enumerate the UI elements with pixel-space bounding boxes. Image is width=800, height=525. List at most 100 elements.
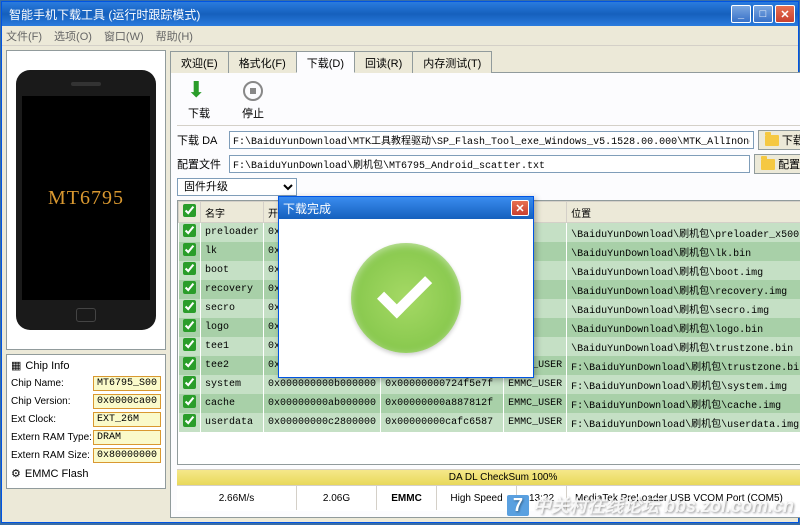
left-pane: MT6795 ▦Chip Info Chip Name:MT6795_S00 C…	[6, 50, 166, 518]
row-checkbox[interactable]	[183, 300, 196, 313]
tab-download[interactable]: 下载(D)	[296, 51, 355, 73]
mode-dropdown[interactable]: 固件升级	[177, 178, 297, 196]
cell-name: userdata	[201, 413, 264, 432]
download-button[interactable]: ⬇下载	[187, 79, 211, 121]
cell-path: \BaiduYunDownload\刷机包\lk.bin	[567, 242, 800, 261]
ram-size-value: 0x80000000	[93, 448, 161, 463]
storage-type: EMMC	[377, 486, 437, 510]
cell-name: lk	[201, 242, 264, 261]
row-checkbox[interactable]	[183, 395, 196, 408]
ram-type-value: DRAM	[93, 430, 161, 445]
size-value: 2.06G	[297, 486, 377, 510]
close-button[interactable]: ✕	[775, 5, 795, 23]
menu-window[interactable]: 窗口(W)	[104, 28, 144, 44]
row-checkbox[interactable]	[183, 262, 196, 275]
cell-name: tee2	[201, 356, 264, 375]
chip-name-value: MT6795_S00	[93, 376, 161, 391]
success-check-icon	[351, 243, 461, 353]
chip-icon: ▦	[11, 359, 21, 372]
cell-name: boot	[201, 261, 264, 280]
cell-region: EMMC_USER	[504, 394, 567, 413]
cell-name: cache	[201, 394, 264, 413]
titlebar[interactable]: 智能手机下载工具 (运行时跟踪模式) _ □ ✕	[2, 2, 798, 26]
cell-path: F:\BaiduYunDownload\刷机包\userdata.img	[567, 413, 800, 432]
cell-path: \BaiduYunDownload\刷机包\recovery.img	[567, 280, 800, 299]
chip-version-value: 0x0000ca00	[93, 394, 161, 409]
dialog-close-button[interactable]: ✕	[511, 200, 529, 216]
speed-value: 2.66M/s	[177, 486, 297, 510]
gear-icon: ⚙	[11, 467, 21, 480]
scatter-label: 配置文件	[177, 156, 225, 172]
cell-path: \BaiduYunDownload\刷机包\logo.bin	[567, 318, 800, 337]
menubar: 文件(F) 选项(O) 窗口(W) 帮助(H)	[2, 26, 798, 46]
phone-speaker-icon	[71, 82, 101, 86]
cell-path: \BaiduYunDownload\刷机包\boot.img	[567, 261, 800, 280]
ext-clock-label: Ext Clock:	[11, 414, 93, 425]
download-arrow-icon: ⬇	[187, 79, 211, 103]
cell-name: recovery	[201, 280, 264, 299]
ram-type-label: Extern RAM Type:	[11, 432, 93, 443]
da-path-row: 下载 DA 下载 DA	[177, 130, 800, 150]
folder-icon	[761, 159, 775, 170]
scatter-path-input[interactable]	[229, 155, 750, 173]
chip-name-label: Chip Name:	[11, 378, 93, 389]
chip-version-label: Chip Version:	[11, 396, 93, 407]
tab-memtest[interactable]: 内存测试(T)	[412, 51, 492, 73]
download-complete-dialog: 下载完成 ✕	[278, 196, 534, 378]
row-checkbox[interactable]	[183, 224, 196, 237]
cell-start: 0x00000000c2800000	[264, 413, 381, 432]
progress-bar: DA DL CheckSum 100%	[177, 470, 800, 486]
maximize-button[interactable]: □	[753, 5, 773, 23]
col-name[interactable]: 名字	[201, 202, 264, 223]
phone-screen: MT6795	[22, 96, 150, 300]
stop-button[interactable]: 停止	[241, 79, 265, 121]
menu-help[interactable]: 帮助(H)	[156, 28, 193, 44]
toolbar: ⬇下载 停止	[177, 79, 800, 126]
row-checkbox[interactable]	[183, 357, 196, 370]
chip-info-title: ▦Chip Info	[11, 359, 161, 372]
da-path-input[interactable]	[229, 131, 754, 149]
chip-info-panel: ▦Chip Info Chip Name:MT6795_S00 Chip Ver…	[6, 354, 166, 489]
da-browse-button[interactable]: 下载 DA	[758, 130, 800, 150]
col-location[interactable]: 位置	[567, 202, 800, 223]
dialog-titlebar[interactable]: 下载完成 ✕	[279, 197, 533, 219]
phone-preview: MT6795	[6, 50, 166, 350]
cell-path: \BaiduYunDownload\刷机包\trustzone.bin	[567, 337, 800, 356]
da-label: 下载 DA	[177, 132, 225, 148]
tab-welcome[interactable]: 欢迎(E)	[170, 51, 229, 73]
row-checkbox[interactable]	[183, 243, 196, 256]
scatter-browse-button[interactable]: 配置文件	[754, 154, 800, 174]
scatter-path-row: 配置文件 配置文件	[177, 154, 800, 174]
tab-format[interactable]: 格式化(F)	[228, 51, 297, 73]
col-check[interactable]	[179, 202, 201, 223]
usb-mode: High Speed	[437, 486, 517, 510]
cell-path: F:\BaiduYunDownload\刷机包\trustzone.bin	[567, 356, 800, 375]
emmc-label: EMMC Flash	[25, 468, 89, 480]
cell-name: logo	[201, 318, 264, 337]
menu-options[interactable]: 选项(O)	[54, 28, 92, 44]
dialog-body	[279, 219, 533, 377]
row-checkbox[interactable]	[183, 414, 196, 427]
cell-name: system	[201, 375, 264, 394]
phone-frame: MT6795	[16, 70, 156, 330]
row-checkbox[interactable]	[183, 319, 196, 332]
row-checkbox[interactable]	[183, 338, 196, 351]
minimize-button[interactable]: _	[731, 5, 751, 23]
folder-icon	[765, 135, 779, 146]
cell-name: tee1	[201, 337, 264, 356]
row-checkbox[interactable]	[183, 376, 196, 389]
row-checkbox[interactable]	[183, 281, 196, 294]
table-row[interactable]: userdata0x00000000c28000000x00000000cafc…	[179, 413, 800, 432]
menu-file[interactable]: 文件(F)	[6, 28, 42, 44]
cell-region: EMMC_USER	[504, 413, 567, 432]
window-controls: _ □ ✕	[731, 5, 795, 23]
progress-area: DA DL CheckSum 100% 2.66M/s 2.06G EMMC H…	[177, 469, 800, 511]
cell-path: \BaiduYunDownload\刷机包\secro.img	[567, 299, 800, 318]
tabs: 欢迎(E) 格式化(F) 下载(D) 回读(R) 内存测试(T)	[170, 51, 800, 73]
cell-end: 0x00000000a887812f	[381, 394, 504, 413]
port-value: MediaTek PreLoader USB VCOM Port (COM5)	[567, 486, 800, 510]
tab-readback[interactable]: 回读(R)	[354, 51, 413, 73]
cell-start: 0x00000000ab000000	[264, 394, 381, 413]
table-row[interactable]: cache0x00000000ab0000000x00000000a887812…	[179, 394, 800, 413]
ram-size-label: Extern RAM Size:	[11, 450, 93, 461]
